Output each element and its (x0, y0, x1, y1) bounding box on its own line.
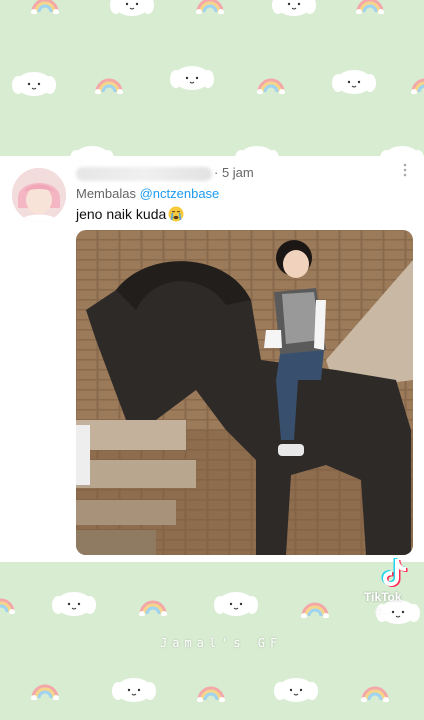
rainbow-icon (360, 680, 390, 702)
rainbow-icon (410, 72, 424, 94)
rainbow-icon (94, 72, 124, 94)
rainbow-icon (30, 678, 60, 700)
dog-face-icon (12, 68, 56, 98)
post-timestamp: · 5 jam (214, 165, 254, 180)
rainbow-icon (195, 0, 225, 14)
dog-face-icon (112, 674, 156, 704)
dog-face-icon (332, 66, 376, 96)
tiktok-note-icon (381, 558, 408, 587)
reply-prefix: Membalas (76, 186, 136, 201)
photo-boy-on-horse-statue (76, 230, 413, 555)
rainbow-icon (138, 594, 168, 616)
dog-face-icon (110, 0, 154, 18)
more-vertical-icon (403, 163, 407, 177)
reply-mention-link[interactable]: @nctzenbase (140, 186, 220, 201)
rainbow-icon (196, 680, 226, 702)
tweet-photo[interactable] (76, 230, 413, 555)
rainbow-icon (30, 0, 60, 14)
dog-face-icon (52, 588, 96, 618)
tiktok-wordmark: TikTok (364, 590, 402, 604)
rainbow-icon (355, 0, 385, 14)
reply-context: Membalas @nctzenbase (76, 186, 219, 201)
dog-face-icon (214, 588, 258, 618)
more-options-button[interactable] (398, 163, 412, 180)
username-blurred (76, 167, 212, 181)
rainbow-icon (0, 592, 16, 614)
crying-face-emoji-icon (168, 206, 184, 222)
tweet-body: jeno naik kuda (76, 206, 167, 222)
dog-face-icon (272, 0, 316, 18)
watermark-text: Jamal's GF (160, 636, 283, 650)
rainbow-icon (300, 596, 330, 618)
avatar[interactable] (12, 168, 66, 222)
rainbow-icon (256, 72, 286, 94)
avatar-image (12, 168, 66, 222)
tweet-text: jeno naik kuda (76, 206, 184, 222)
dog-face-icon (170, 62, 214, 92)
dog-face-icon (274, 674, 318, 704)
tiktok-handle: @... (374, 606, 391, 616)
